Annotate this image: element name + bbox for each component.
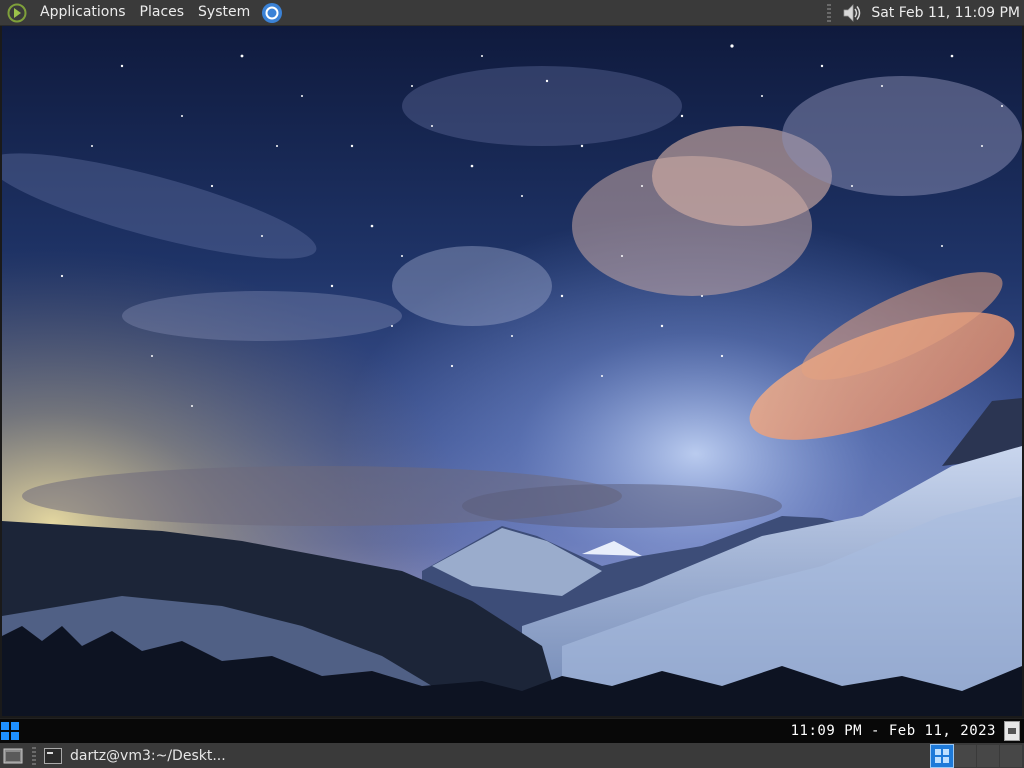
windows-start-icon[interactable] xyxy=(1,722,19,740)
chromium-icon[interactable] xyxy=(261,2,283,24)
show-desktop-button-icon[interactable] xyxy=(2,746,24,766)
workspace-switcher[interactable] xyxy=(930,743,1022,768)
wallpaper-image xyxy=(2,26,1022,716)
menu-logo-icon[interactable] xyxy=(7,3,27,23)
task-label: dartz@vm3:~/Deskt... xyxy=(70,747,226,764)
volume-icon[interactable] xyxy=(841,2,863,24)
applications-menu[interactable]: Applications xyxy=(33,0,133,25)
date-bar: 11:09 PM - Feb 11, 2023 xyxy=(0,718,1024,743)
workspace-1[interactable] xyxy=(930,743,954,768)
workspace-2[interactable] xyxy=(954,744,976,767)
workspace-4[interactable] xyxy=(1000,744,1022,767)
taskbar-terminal-window[interactable]: dartz@vm3:~/Deskt... xyxy=(42,745,232,767)
top-panel: Applications Places System Sat Feb 11, 1… xyxy=(0,0,1024,26)
bottom-panel: dartz@vm3:~/Deskt... xyxy=(0,743,1024,768)
places-menu[interactable]: Places xyxy=(133,0,192,25)
top-clock[interactable]: Sat Feb 11, 11:09 PM xyxy=(871,5,1020,21)
panel-separator xyxy=(32,746,36,765)
workspace-3[interactable] xyxy=(977,744,999,767)
terminal-icon xyxy=(44,747,62,764)
panel-handle[interactable] xyxy=(827,3,832,22)
desktop-wallpaper[interactable] xyxy=(2,26,1022,716)
show-desktop-icon[interactable] xyxy=(1004,721,1020,741)
date-time-text: 11:09 PM - Feb 11, 2023 xyxy=(790,723,996,739)
system-menu[interactable]: System xyxy=(191,0,257,25)
top-panel-tray: Sat Feb 11, 11:09 PM xyxy=(827,0,1024,25)
